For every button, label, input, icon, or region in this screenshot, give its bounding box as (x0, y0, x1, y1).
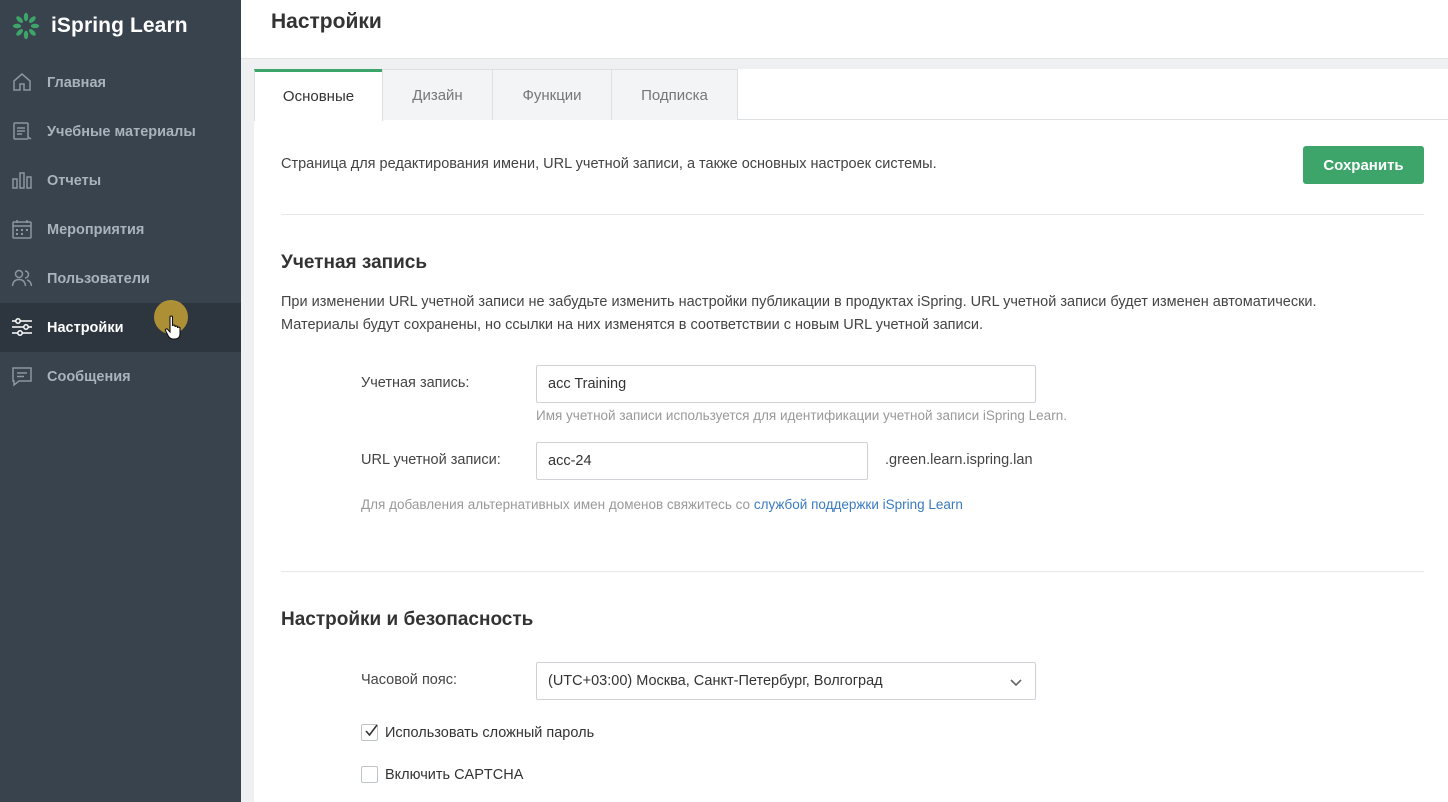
divider (281, 571, 1424, 572)
sidebar-item-label: Настройки (47, 319, 124, 336)
sidebar-item-label: Отчеты (47, 172, 102, 189)
page-title: Настройки (271, 10, 382, 33)
tab-subscription[interactable]: Подписка (611, 69, 738, 120)
sidebar-item-label: Главная (47, 74, 106, 91)
timezone-value: (UTC+03:00) Москва, Санкт-Петербург, Вол… (548, 673, 883, 689)
account-name-hint: Имя учетной записи используется для иден… (536, 408, 1067, 423)
checkmark-icon (365, 724, 378, 737)
domain-hint: Для добавления альтернативных имен домен… (361, 497, 963, 512)
sidebar-item-users[interactable]: Пользователи (0, 254, 241, 303)
timezone-select[interactable]: (UTC+03:00) Москва, Санкт-Петербург, Вол… (536, 662, 1036, 700)
settings-panel: Основные Дизайн Функции Подписка Страниц… (254, 69, 1448, 802)
account-text-line: При изменении URL учетной записи не забу… (281, 294, 1317, 310)
message-icon (11, 365, 33, 387)
account-name-input[interactable] (536, 365, 1036, 403)
security-section-title: Настройки и безопасность (281, 609, 534, 630)
save-button[interactable]: Сохранить (1303, 146, 1424, 184)
chevron-down-icon (1010, 679, 1022, 687)
logo[interactable]: iSpring Learn (12, 10, 188, 42)
sidebar-item-reports[interactable]: Отчеты (0, 156, 241, 205)
home-icon (11, 71, 33, 93)
sliders-icon (11, 316, 33, 338)
hand-cursor-icon (164, 315, 181, 340)
sidebar-item-label: Мероприятия (47, 221, 145, 238)
timezone-label: Часовой пояс: (361, 672, 457, 688)
page-header: Настройки (241, 0, 1448, 59)
divider (281, 214, 1424, 215)
sidebar-item-settings[interactable]: Настройки (0, 303, 241, 352)
sidebar-item-messages[interactable]: Сообщения (0, 352, 241, 401)
account-text-line: Материалы будут сохранены, но ссылки на … (281, 317, 984, 333)
complex-password-option[interactable]: Использовать сложный пароль (361, 724, 594, 741)
domain-hint-text: Для добавления альтернативных имен домен… (361, 497, 751, 512)
tab-design[interactable]: Дизайн (382, 69, 493, 120)
sidebar-item-home[interactable]: Главная (0, 58, 241, 107)
captcha-option[interactable]: Включить CAPTCHA (361, 766, 523, 783)
account-url-label: URL учетной записи: (361, 452, 501, 468)
calendar-icon (11, 218, 33, 240)
sidebar: iSpring Learn Главная Учебные материалы … (0, 0, 241, 802)
captcha-checkbox[interactable] (361, 766, 378, 783)
account-name-label: Учетная запись: (361, 375, 470, 391)
sidebar-item-label: Пользователи (47, 270, 150, 287)
sidebar-nav: Главная Учебные материалы Отчеты Меропри… (0, 58, 241, 401)
bar-chart-icon (11, 169, 33, 191)
sidebar-item-label: Учебные материалы (47, 123, 196, 140)
captcha-label: Включить CAPTCHA (385, 766, 524, 783)
support-link[interactable]: службой поддержки iSpring Learn (754, 497, 963, 512)
complex-password-label: Использовать сложный пароль (385, 724, 595, 741)
page-description: Страница для редактирования имени, URL у… (281, 156, 937, 172)
app-name: iSpring Learn (51, 14, 188, 37)
tab-general[interactable]: Основные (254, 69, 383, 121)
sidebar-item-label: Сообщения (47, 368, 131, 385)
sidebar-item-events[interactable]: Мероприятия (0, 205, 241, 254)
tab-bar: Основные Дизайн Функции Подписка (254, 69, 1448, 121)
account-url-suffix: .green.learn.ispring.lan (885, 452, 1033, 468)
complex-password-checkbox[interactable] (361, 724, 378, 741)
account-section-text: При изменении URL учетной записи не забу… (281, 291, 1317, 337)
account-url-input[interactable] (536, 442, 868, 480)
users-icon (11, 267, 33, 289)
sidebar-item-learning-materials[interactable]: Учебные материалы (0, 107, 241, 156)
ispring-logo-icon (12, 12, 40, 40)
tab-features[interactable]: Функции (492, 69, 612, 120)
book-icon (11, 120, 33, 142)
account-section-title: Учетная запись (281, 252, 428, 273)
